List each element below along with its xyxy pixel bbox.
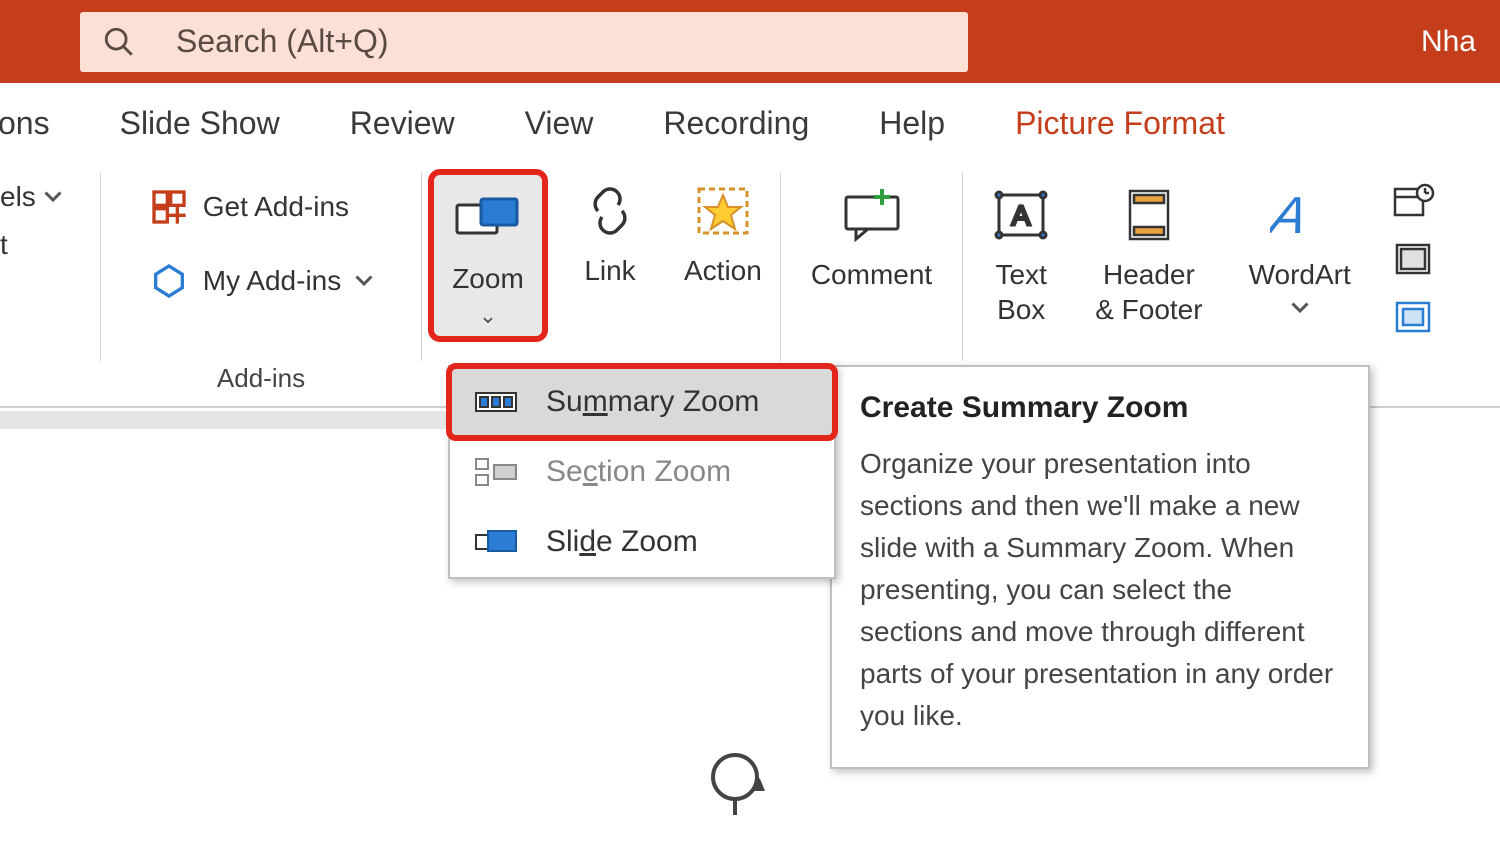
- tab-picture-format[interactable]: Picture Format: [1015, 105, 1225, 142]
- zoom-button-highlight: Zoom ⌄: [428, 169, 548, 342]
- tab-review[interactable]: Review: [350, 105, 455, 142]
- store-icon: [149, 187, 189, 227]
- smartart-button-partial[interactable]: t: [0, 221, 8, 269]
- tab-help[interactable]: Help: [879, 105, 945, 142]
- summary-zoom-label: Summary Zoom: [546, 385, 759, 419]
- link-label: Link: [584, 253, 635, 288]
- menu-item-slide-zoom[interactable]: Slide Zoom: [450, 507, 834, 577]
- svg-text:A: A: [1270, 187, 1313, 243]
- tooltip-body: Organize your presentation into sections…: [860, 443, 1340, 737]
- zoom-label: Zoom: [452, 261, 524, 296]
- title-bar: Nha: [0, 0, 1500, 83]
- tab-transitions-partial[interactable]: tions: [0, 105, 50, 142]
- tab-recording[interactable]: Recording: [663, 105, 809, 142]
- slide-number-icon[interactable]: [1391, 239, 1435, 279]
- summary-zoom-icon: [474, 387, 518, 417]
- header-footer-button[interactable]: Header & Footer: [1083, 173, 1214, 331]
- ribbon-group-partial-left: els t: [0, 163, 100, 406]
- get-addins-label: Get Add-ins: [203, 191, 349, 223]
- zoom-icon: [453, 195, 523, 243]
- link-icon: [578, 187, 642, 235]
- my-addins-label: My Add-ins: [203, 265, 342, 297]
- search-input[interactable]: [176, 23, 946, 60]
- section-zoom-label: Section Zoom: [546, 455, 731, 489]
- text-box-icon: A: [993, 189, 1049, 241]
- menu-item-summary-zoom[interactable]: Summary Zoom: [446, 363, 838, 441]
- chevron-down-icon: [44, 191, 62, 203]
- slide-zoom-label: Slide Zoom: [546, 525, 698, 559]
- get-addins-button[interactable]: Get Add-ins: [149, 187, 374, 227]
- chevron-down-icon: [355, 275, 373, 287]
- action-icon: [693, 183, 753, 239]
- section-zoom-icon: [474, 455, 518, 489]
- tooltip-summary-zoom: Create Summary Zoom Organize your presen…: [830, 365, 1370, 769]
- group-label-addins: Add-ins: [217, 363, 305, 400]
- canvas-edge: [0, 411, 450, 429]
- chevron-down-icon: ⌄: [479, 302, 497, 330]
- action-button[interactable]: Action: [672, 169, 774, 324]
- wordart-icon: A: [1270, 187, 1330, 243]
- comment-icon: [836, 187, 908, 243]
- date-time-icon[interactable]: [1391, 181, 1435, 221]
- document-title-partial: Nha: [1421, 25, 1480, 59]
- text-small-buttons: [1385, 173, 1435, 337]
- text-box-label: Text Box: [996, 257, 1047, 327]
- comment-button[interactable]: Comment: [799, 173, 944, 328]
- text-box-button[interactable]: A Text Box: [981, 173, 1061, 331]
- tab-view[interactable]: View: [525, 105, 594, 142]
- my-addins-button[interactable]: My Add-ins: [149, 261, 374, 301]
- chevron-down-icon: [1291, 302, 1309, 314]
- menu-item-section-zoom[interactable]: Section Zoom: [450, 437, 834, 507]
- link-button[interactable]: Link: [566, 169, 654, 324]
- ribbon-tabs: tions Slide Show Review View Recording H…: [0, 83, 1500, 163]
- tooltip-title: Create Summary Zoom: [860, 391, 1340, 425]
- header-footer-label: Header & Footer: [1095, 257, 1202, 327]
- models-button-partial[interactable]: els: [0, 173, 62, 221]
- comment-label: Comment: [811, 257, 932, 292]
- slide-zoom-icon: [474, 527, 518, 557]
- zoom-dropdown-button[interactable]: Zoom ⌄: [438, 177, 538, 334]
- search-icon: [102, 25, 136, 59]
- wordart-button[interactable]: A WordArt: [1237, 173, 1363, 318]
- header-footer-icon: [1124, 187, 1174, 243]
- search-box[interactable]: [80, 12, 968, 72]
- wordart-label: WordArt: [1249, 257, 1351, 292]
- ribbon-group-addins: Get Add-ins My Add-ins Add-ins: [101, 163, 421, 406]
- addins-icon: [149, 261, 189, 301]
- svg-text:A: A: [1012, 200, 1031, 231]
- object-icon[interactable]: [1391, 297, 1435, 337]
- action-label: Action: [684, 253, 762, 288]
- tab-slide-show[interactable]: Slide Show: [120, 105, 280, 142]
- rotate-handle-icon[interactable]: [700, 745, 770, 815]
- zoom-dropdown-menu: Summary Zoom Section Zoom Slide Zoom: [448, 365, 836, 579]
